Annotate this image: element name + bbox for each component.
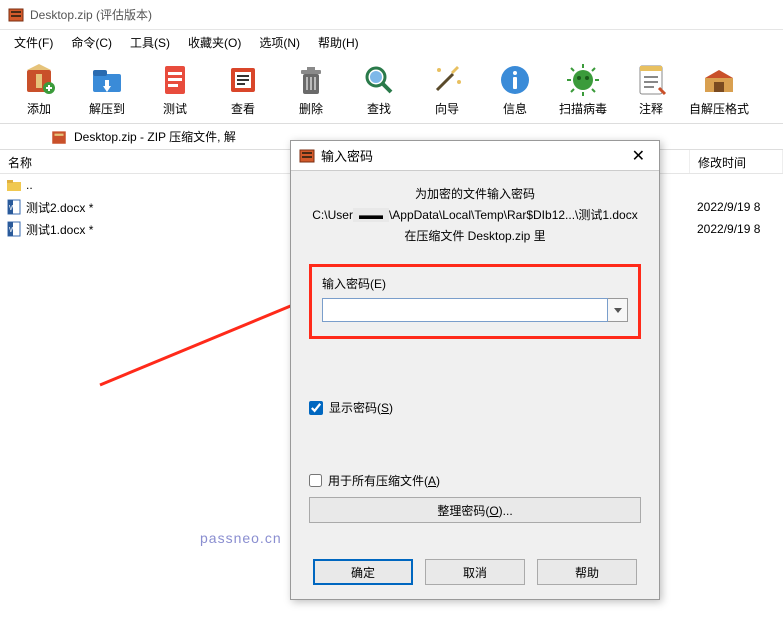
menu-file[interactable]: 文件(F): [6, 31, 61, 54]
menu-command[interactable]: 命令(C): [63, 31, 120, 54]
sfx-label: 自解压格式: [689, 100, 749, 117]
toolbar: 添加 解压到 测试 查看 删除 查找 向导 信息 扫描病毒 注释 自解压格式: [0, 54, 783, 124]
dialog-message-3: 在压缩文件 Desktop.zip 里: [309, 227, 641, 244]
docx-icon: W: [6, 199, 22, 215]
show-password-label: 显示密码(S): [329, 399, 393, 416]
find-button[interactable]: 查找: [346, 58, 412, 121]
titlebar: Desktop.zip (评估版本): [0, 0, 783, 30]
svg-text:W: W: [9, 205, 16, 212]
wizard-button[interactable]: 向导: [414, 58, 480, 121]
menubar: 文件(F) 命令(C) 工具(S) 收藏夹(O) 选项(N) 帮助(H): [0, 30, 783, 54]
menu-help[interactable]: 帮助(H): [310, 31, 367, 54]
folder-extract-icon: [89, 62, 125, 98]
password-input-group: 输入密码(E): [309, 264, 641, 339]
menu-options[interactable]: 选项(N): [251, 31, 308, 54]
comment-label: 注释: [639, 100, 663, 117]
wizard-label: 向导: [435, 100, 459, 117]
sfx-icon: [701, 62, 737, 98]
password-dialog: 输入密码 ✕ 为加密的文件输入密码 C:\User▬▬\AppData\Loca…: [290, 140, 660, 600]
scan-button[interactable]: 扫描病毒: [550, 58, 616, 121]
app-icon: [299, 148, 315, 164]
view-label: 查看: [231, 100, 255, 117]
chevron-down-icon: [614, 308, 622, 313]
window-title: Desktop.zip (评估版本): [30, 6, 152, 23]
docx-icon: W: [6, 221, 22, 237]
password-label: 输入密码(E): [322, 275, 628, 292]
cancel-button[interactable]: 取消: [425, 559, 525, 585]
extract-to-button[interactable]: 解压到: [74, 58, 140, 121]
app-icon: [8, 7, 24, 23]
test-label: 测试: [163, 100, 187, 117]
menu-favorites[interactable]: 收藏夹(O): [180, 31, 249, 54]
delete-label: 删除: [299, 100, 323, 117]
menu-tools[interactable]: 工具(S): [122, 31, 178, 54]
trash-icon: [293, 62, 329, 98]
password-dropdown-button[interactable]: [608, 298, 628, 322]
comment-icon: [633, 62, 669, 98]
search-icon: [361, 62, 397, 98]
info-button[interactable]: 信息: [482, 58, 548, 121]
path-prefix: C:\User: [312, 208, 353, 222]
manage-passwords-button[interactable]: 整理密码(O)...: [309, 497, 641, 523]
dialog-message-2: C:\User▬▬\AppData\Local\Temp\Rar$DIb12..…: [309, 206, 641, 223]
info-label: 信息: [503, 100, 527, 117]
comment-button[interactable]: 注释: [618, 58, 684, 121]
info-icon: [497, 62, 533, 98]
find-label: 查找: [367, 100, 391, 117]
show-password-input[interactable]: [309, 401, 323, 415]
sfx-button[interactable]: 自解压格式: [686, 58, 752, 121]
add-button[interactable]: 添加: [6, 58, 72, 121]
svg-text:W: W: [9, 227, 16, 234]
extract-to-label: 解压到: [89, 100, 125, 117]
dialog-title: 输入密码: [321, 146, 626, 165]
file-date: 2022/9/19 8: [687, 200, 777, 214]
close-button[interactable]: ✕: [626, 146, 651, 166]
show-password-checkbox[interactable]: 显示密码(S): [309, 399, 641, 416]
dialog-body: 为加密的文件输入密码 C:\User▬▬\AppData\Local\Temp\…: [291, 171, 659, 549]
watermark: passneo.cn: [200, 530, 282, 546]
file-date: 2022/9/19 8: [687, 222, 777, 236]
archive-add-icon: [21, 62, 57, 98]
virus-scan-icon: [565, 62, 601, 98]
test-button[interactable]: 测试: [142, 58, 208, 121]
column-modified[interactable]: 修改时间: [690, 150, 783, 173]
annotation-arrow: [95, 290, 320, 390]
path-text[interactable]: Desktop.zip - ZIP 压缩文件, 解: [74, 128, 236, 145]
path-suffix: \AppData\Local\Temp\Rar$DIb12...\测试1.doc…: [389, 208, 638, 222]
delete-button[interactable]: 删除: [278, 58, 344, 121]
use-for-all-input[interactable]: [309, 474, 322, 487]
add-label: 添加: [27, 100, 51, 117]
help-button[interactable]: 帮助: [537, 559, 637, 585]
view-icon: [225, 62, 261, 98]
dialog-message-1: 为加密的文件输入密码: [309, 185, 641, 202]
password-input[interactable]: [322, 298, 608, 322]
folder-up-icon: [6, 177, 22, 193]
view-button[interactable]: 查看: [210, 58, 276, 121]
dialog-buttons: 确定 取消 帮助: [291, 549, 659, 599]
test-icon: [157, 62, 193, 98]
ok-button[interactable]: 确定: [313, 559, 413, 585]
wizard-icon: [429, 62, 465, 98]
archive-icon[interactable]: [50, 128, 68, 146]
use-for-all-label: 用于所有压缩文件(A): [328, 472, 440, 489]
dialog-titlebar[interactable]: 输入密码 ✕: [291, 141, 659, 171]
use-for-all-checkbox[interactable]: 用于所有压缩文件(A): [309, 472, 641, 489]
scan-label: 扫描病毒: [559, 100, 607, 117]
